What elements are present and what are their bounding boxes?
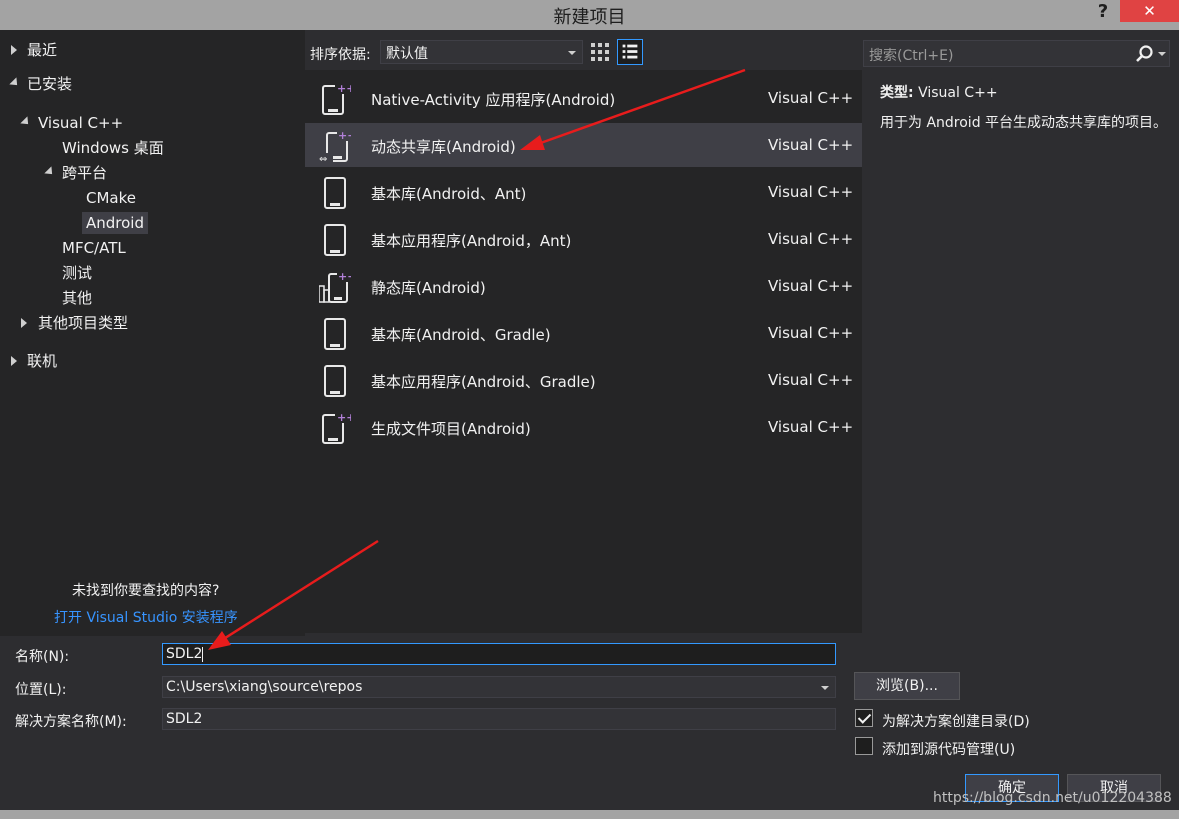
template-row[interactable]: ++ 生成文件项目(Android) Visual C++ — [305, 405, 862, 449]
location-label: 位置(L): — [15, 682, 67, 698]
svg-text:++: ++ — [338, 270, 351, 283]
name-input[interactable]: SDL2 — [162, 643, 836, 665]
location-value: C:\Users\xiang\source\repos — [166, 679, 363, 695]
svg-text:⇔: ⇔ — [319, 154, 327, 163]
add-source-control-label: 添加到源代码管理(U) — [882, 742, 1016, 758]
browse-button[interactable]: 浏览(B)... — [854, 672, 960, 700]
grid-view-icon[interactable] — [589, 41, 611, 63]
template-name: 基本应用程序(Android，Ant) — [371, 232, 572, 250]
template-language: Visual C++ — [768, 136, 854, 154]
shared-library-icon: ++ ⇔ — [319, 129, 351, 163]
collapse-arrow-icon[interactable] — [20, 116, 32, 128]
chevron-down-icon[interactable] — [821, 686, 829, 690]
window-title: 新建项目 — [553, 7, 626, 28]
expand-arrow-icon[interactable] — [21, 318, 27, 328]
open-installer-link[interactable]: 打开 Visual Studio 安装程序 — [54, 607, 238, 627]
template-language: Visual C++ — [768, 324, 854, 342]
sort-label: 排序依据: — [310, 47, 371, 63]
search-placeholder: 搜索(Ctrl+E) — [869, 48, 954, 64]
tree-item-other-types[interactable]: 其他项目类型 — [38, 312, 128, 334]
svg-text:++: ++ — [337, 82, 351, 95]
svg-text:++: ++ — [337, 411, 351, 424]
svg-text:++: ++ — [338, 129, 351, 142]
tree-item-mfc-atl[interactable]: MFC/ATL — [62, 237, 126, 259]
sort-bar: 排序依据: 默认值 — [305, 36, 860, 68]
template-language: Visual C++ — [768, 89, 854, 107]
help-button[interactable]: ? — [1092, 0, 1114, 26]
template-language: Visual C++ — [768, 230, 854, 248]
template-details: 类型: Visual C++ 用于为 Android 平台生成动态共享库的项目。 — [880, 82, 1170, 134]
create-directory-label: 为解决方案创建目录(D) — [882, 714, 1030, 730]
template-description: 用于为 Android 平台生成动态共享库的项目。 — [880, 115, 1168, 131]
sort-dropdown[interactable]: 默认值 — [380, 40, 583, 64]
template-language: Visual C++ — [768, 183, 854, 201]
tree-item-android[interactable]: Android — [82, 212, 148, 234]
collapse-arrow-icon[interactable] — [9, 77, 21, 89]
phone-icon — [324, 318, 346, 350]
template-language: Visual C++ — [768, 371, 854, 389]
title-bar: 新建项目 ? ✕ — [0, 0, 1179, 30]
name-label: 名称(N): — [15, 649, 70, 665]
static-library-icon: ++ — [319, 270, 351, 303]
template-language: Visual C++ — [768, 418, 854, 436]
phone-icon — [324, 177, 346, 209]
add-source-control-checkbox[interactable] — [855, 737, 873, 755]
not-found-text: 未找到你要查找的内容? — [72, 583, 220, 599]
expand-arrow-icon[interactable] — [11, 356, 17, 366]
solution-name-label: 解决方案名称(M): — [15, 714, 127, 730]
search-icon[interactable] — [1135, 44, 1155, 64]
template-row[interactable]: 基本应用程序(Android、Gradle) Visual C++ — [305, 358, 862, 402]
search-box[interactable]: 搜索(Ctrl+E) — [863, 40, 1170, 67]
tree-item-other[interactable]: 其他 — [62, 287, 92, 309]
template-row[interactable]: 基本应用程序(Android，Ant) Visual C++ — [305, 217, 862, 261]
tree-item-windows-desktop[interactable]: Windows 桌面 — [62, 137, 164, 159]
tree-item-installed[interactable]: 已安装 — [27, 73, 72, 95]
tree-item-cmake[interactable]: CMake — [86, 187, 136, 209]
watermark: https://blog.csdn.net/u012204388 — [933, 790, 1172, 806]
template-name: 基本库(Android、Ant) — [371, 185, 527, 203]
close-button[interactable]: ✕ — [1120, 0, 1179, 22]
category-tree: 最近 已安装 Visual C++ Windows 桌面 跨平台 CMake A… — [0, 30, 305, 636]
type-value: Visual C++ — [918, 85, 998, 101]
template-name: 基本库(Android、Gradle) — [371, 326, 551, 344]
list-view-icon[interactable] — [617, 39, 643, 65]
template-name: 静态库(Android) — [371, 279, 486, 297]
native-activity-icon: ++ — [322, 82, 351, 115]
phone-icon — [324, 365, 346, 397]
sort-value: 默认值 — [386, 46, 428, 62]
name-value: SDL2 — [166, 646, 203, 662]
solution-name-value: SDL2 — [166, 711, 203, 727]
template-language: Visual C++ — [768, 277, 854, 295]
template-row[interactable]: 基本库(Android、Ant) Visual C++ — [305, 170, 862, 214]
makefile-icon: ++ — [322, 411, 351, 444]
template-row-selected[interactable]: ++ ⇔ 动态共享库(Android) Visual C++ — [305, 123, 862, 167]
template-row[interactable]: ++ Native-Activity 应用程序(Android) Visual … — [305, 76, 862, 120]
chevron-down-icon — [568, 51, 576, 55]
expand-arrow-icon[interactable] — [11, 45, 17, 55]
create-directory-checkbox[interactable] — [855, 709, 873, 727]
window-bottom-border — [0, 810, 1179, 819]
template-row[interactable]: 基本库(Android、Gradle) Visual C++ — [305, 311, 862, 355]
template-list: ++ Native-Activity 应用程序(Android) Visual … — [305, 70, 862, 633]
type-label: 类型: — [880, 85, 914, 101]
location-input[interactable]: C:\Users\xiang\source\repos — [162, 676, 836, 698]
template-name: 基本应用程序(Android、Gradle) — [371, 373, 596, 391]
phone-icon — [324, 224, 346, 256]
template-row[interactable]: ++ 静态库(Android) Visual C++ — [305, 264, 862, 308]
template-name: 生成文件项目(Android) — [371, 420, 531, 438]
chevron-down-icon[interactable] — [1158, 52, 1166, 56]
tree-item-test[interactable]: 测试 — [62, 262, 92, 284]
template-name: Native-Activity 应用程序(Android) — [371, 91, 616, 109]
tree-item-visual-cpp[interactable]: Visual C++ — [38, 112, 123, 134]
tree-item-cross-platform[interactable]: 跨平台 — [62, 162, 107, 184]
collapse-arrow-icon[interactable] — [44, 166, 56, 178]
tree-item-online[interactable]: 联机 — [27, 350, 57, 372]
tree-item-recent[interactable]: 最近 — [27, 39, 57, 61]
text-cursor — [202, 646, 204, 662]
template-name: 动态共享库(Android) — [371, 138, 516, 156]
solution-name-input[interactable]: SDL2 — [162, 708, 836, 730]
